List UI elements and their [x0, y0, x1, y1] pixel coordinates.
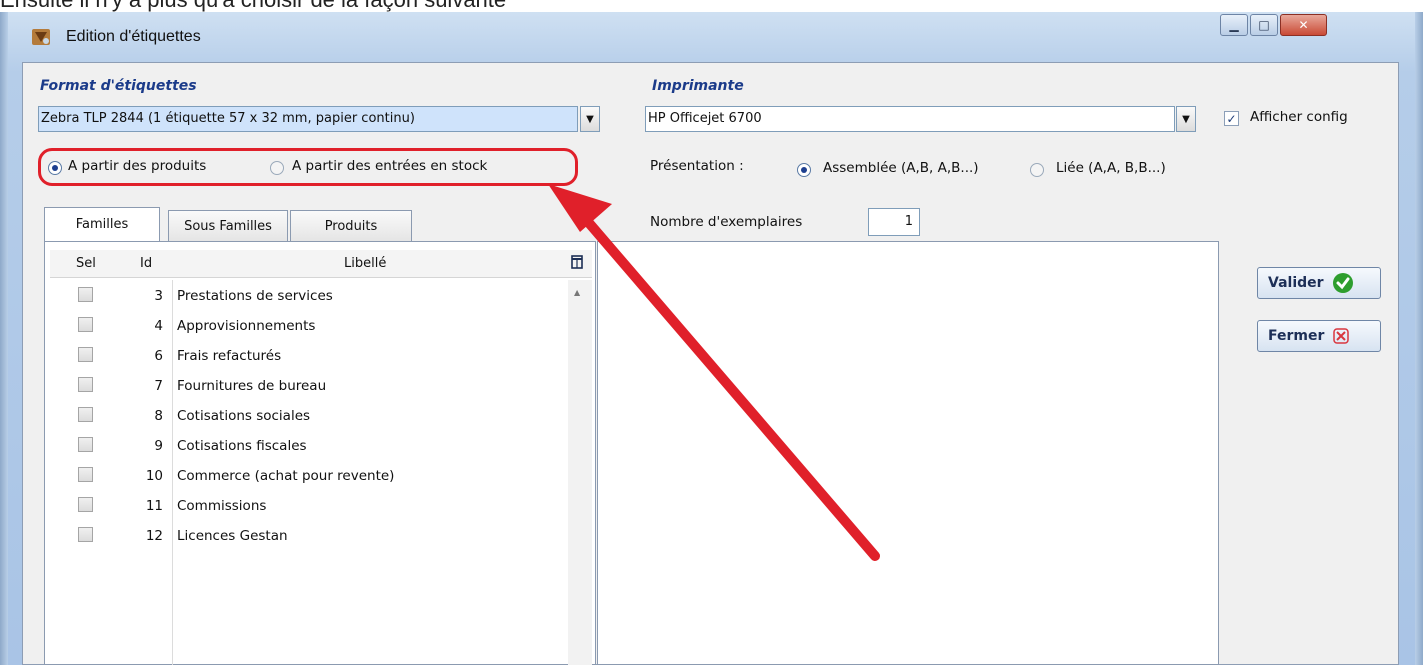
annotation-arrow — [548, 184, 880, 561]
